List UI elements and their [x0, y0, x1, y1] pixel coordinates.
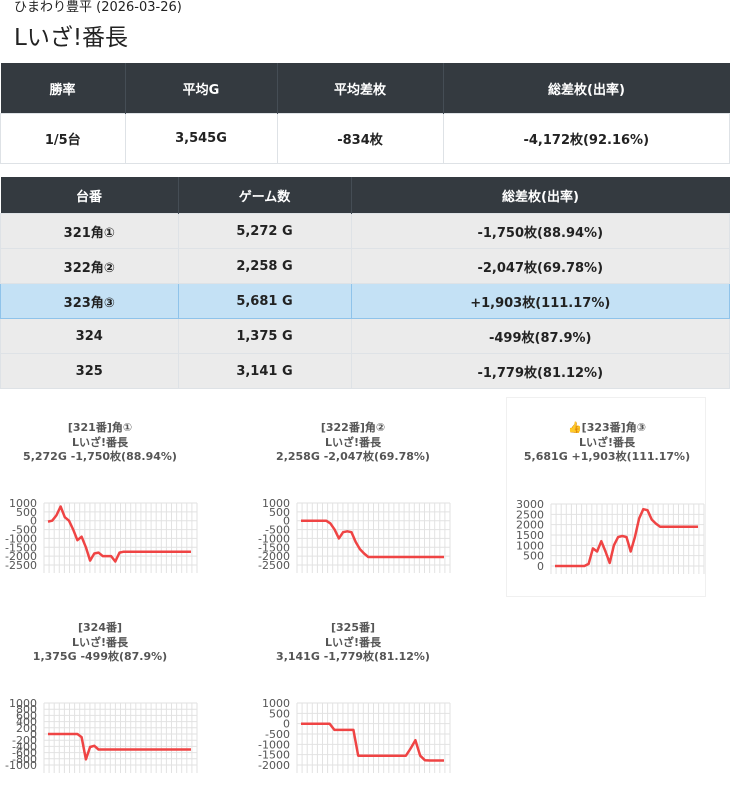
unit-diff: -2,047枚(69.78%)	[350, 248, 730, 284]
chart-324: 10008006004002000-200-400-600-800-1000	[5, 697, 198, 773]
summary-table: 勝率 平均G 平均差枚 総差枚(出率) 1/5台 3,545G -834枚 -4…	[0, 63, 730, 164]
chart-card-321: [321番]角① Lいざ!番長 5,272G -1,750枚(88.94%) 1…	[0, 397, 200, 577]
units-header-diff: 総差枚(出率)	[351, 177, 730, 214]
unit-number: 322角②	[0, 248, 179, 284]
unit-games: 1,375 G	[177, 318, 352, 354]
unit-diff: +1,903枚(111.17%)	[350, 283, 730, 319]
unit-diff: -1,779枚(81.12%)	[350, 353, 730, 389]
summary-header-winrate: 勝率	[0, 63, 126, 114]
unit-row-322[interactable]: 322角② 2,258 G -2,047枚(69.78%)	[0, 248, 730, 284]
summary-header-total-diff: 総差枚(出率)	[443, 63, 730, 114]
y-tick-label: -2500	[5, 559, 37, 572]
chart-card-322: [322番]角② Lいざ!番長 2,258G -2,047枚(69.78%) 1…	[253, 397, 453, 577]
summary-header-avg-games: 平均G	[125, 63, 278, 114]
units-table: 台番 ゲーム数 総差枚(出率) 321角① 5,272 G -1,750枚(88…	[0, 177, 730, 389]
unit-row-321[interactable]: 321角① 5,272 G -1,750枚(88.94%)	[0, 213, 730, 249]
summary-header-avg-diff: 平均差枚	[277, 63, 444, 114]
chart-323: 300025002000150010005000	[516, 498, 705, 574]
unit-row-324[interactable]: 324 1,375 G -499枚(87.9%)	[0, 318, 730, 354]
chart-325: 10005000-500-1000-1500-2000	[258, 697, 451, 773]
chart-card-325: [325番] Lいざ!番長 3,141G -1,779枚(81.12%) 100…	[253, 597, 453, 797]
unit-games: 3,141 G	[177, 353, 352, 389]
chart-321: 10005000-500-1000-1500-2000-2500	[5, 497, 198, 573]
chart-card-323: 👍[323番]角③ Lいざ!番長 5,681G +1,903枚(111.17%)…	[506, 397, 706, 597]
unit-number: 324	[0, 318, 179, 354]
unit-diff: -1,750枚(88.94%)	[350, 213, 730, 249]
unit-row-323[interactable]: 323角③ 5,681 G +1,903枚(111.17%)	[0, 283, 730, 319]
y-tick-label: -2000	[258, 759, 290, 772]
y-tick-label: 0	[537, 560, 544, 573]
unit-games: 5,681 G	[177, 283, 352, 319]
y-tick-label: -1000	[5, 759, 37, 772]
summary-total-diff: -4,172枚(92.16%)	[442, 113, 730, 164]
summary-avg-diff: -834枚	[276, 113, 444, 164]
unit-number: 325	[0, 353, 179, 389]
unit-games: 2,258 G	[177, 248, 352, 284]
units-header-number: 台番	[0, 177, 179, 214]
page-title: Lいざ!番長	[14, 25, 129, 51]
unit-number: 321角①	[0, 213, 179, 249]
y-tick-label: -2500	[258, 559, 290, 572]
summary-winrate: 1/5台	[0, 113, 126, 164]
summary-avg-games: 3,545G	[124, 113, 278, 164]
chart-322: 10005000-500-1000-1500-2000-2500	[258, 497, 451, 573]
unit-row-325[interactable]: 325 3,141 G -1,779枚(81.12%)	[0, 353, 730, 389]
unit-diff: -499枚(87.9%)	[350, 318, 730, 354]
units-header-games: ゲーム数	[178, 177, 352, 214]
chart-card-324: [324番] Lいざ!番長 1,375G -499枚(87.9%) 1000 80…	[0, 597, 200, 797]
page-subtitle: ひまわり豊平 (2026-03-26)	[14, 0, 182, 15]
units-header-row: 台番 ゲーム数 総差枚(出率)	[0, 177, 730, 214]
unit-number: 323角③	[0, 283, 179, 319]
summary-row: 1/5台 3,545G -834枚 -4,172枚(92.16%)	[0, 113, 730, 164]
summary-header-row: 勝率 平均G 平均差枚 総差枚(出率)	[0, 63, 730, 114]
unit-games: 5,272 G	[177, 213, 352, 249]
